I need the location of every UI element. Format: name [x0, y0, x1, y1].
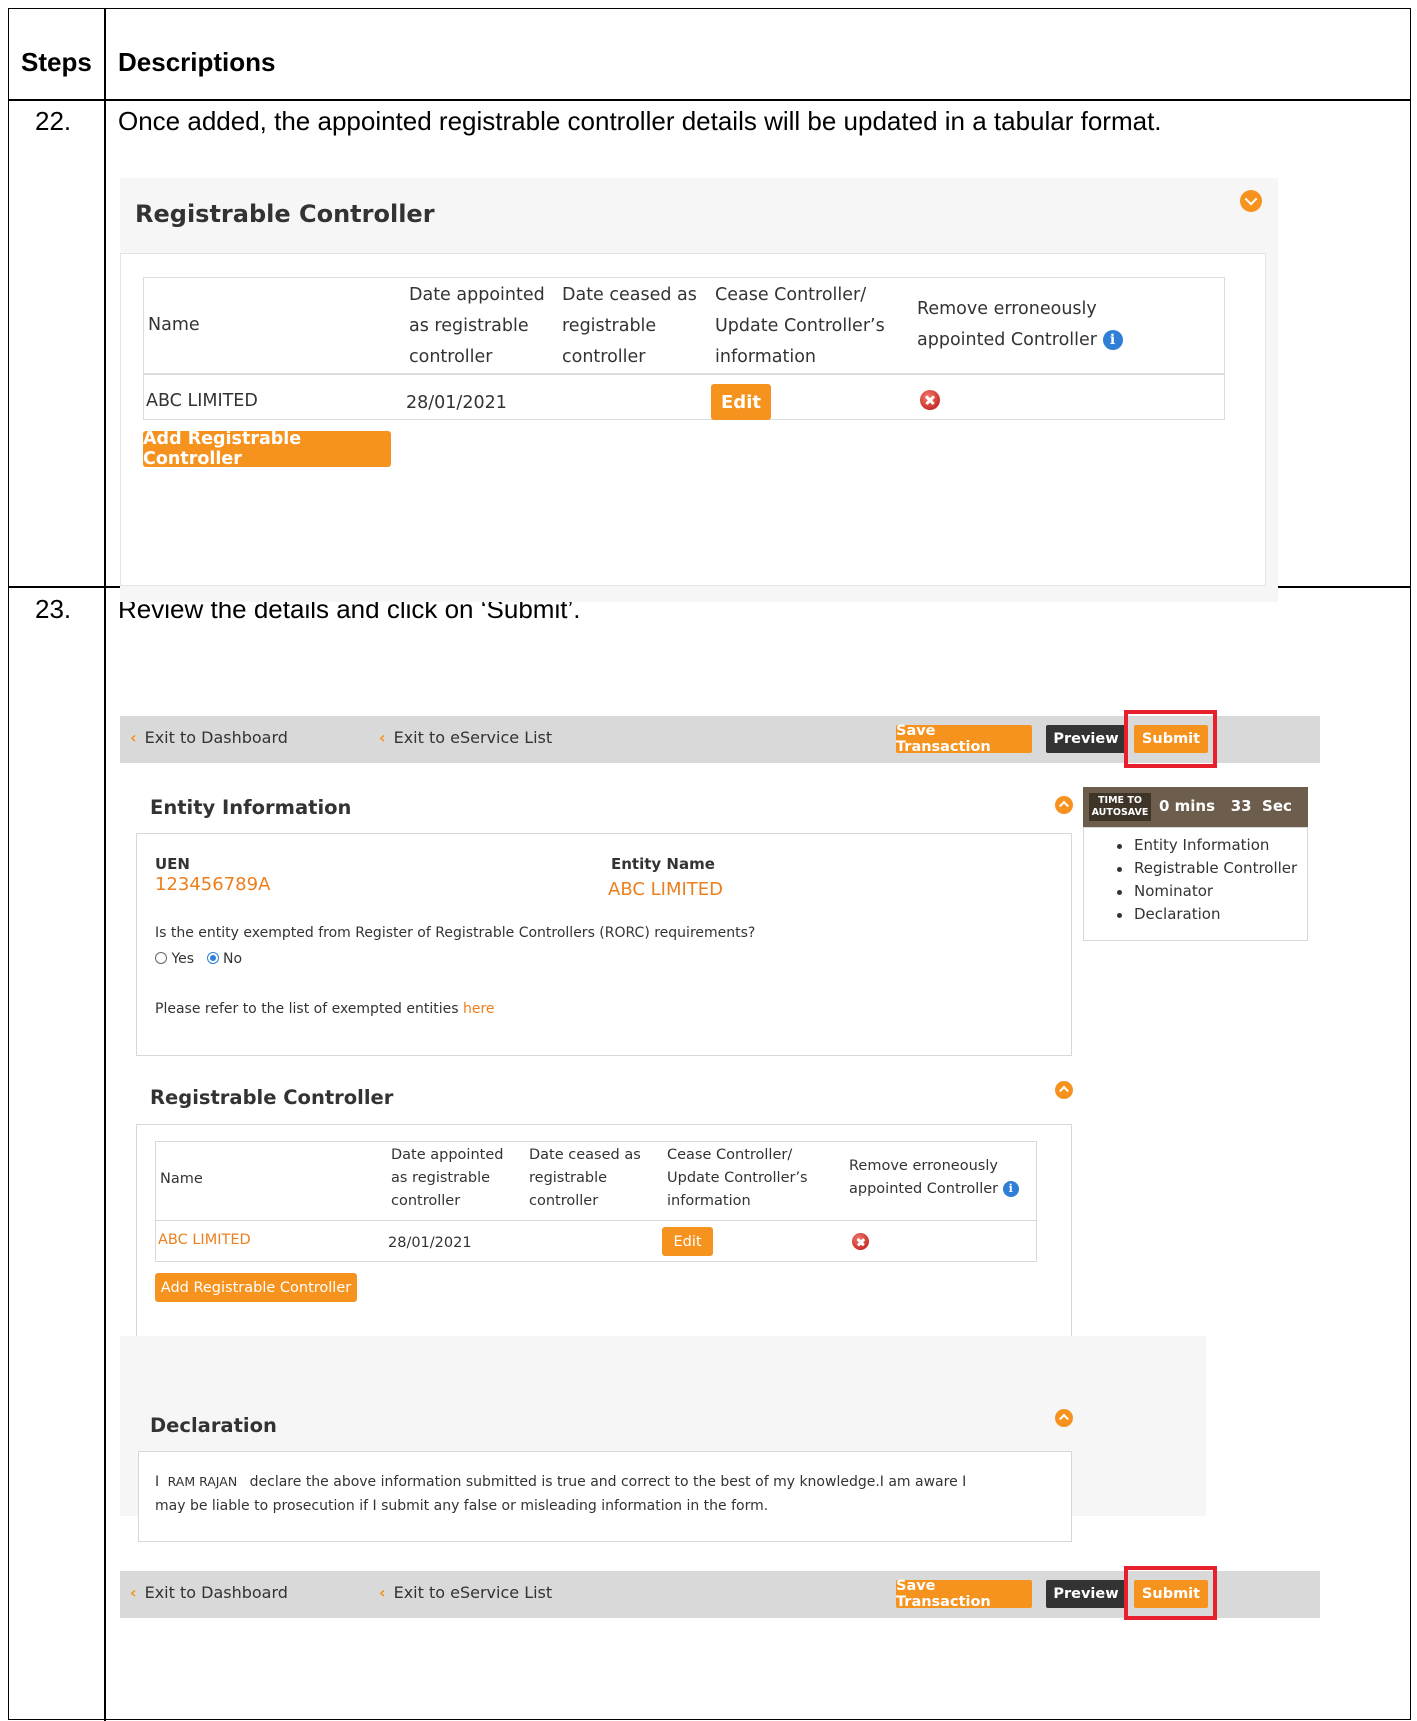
column-divider — [104, 9, 106, 1721]
collapse-chevron-icon[interactable] — [1055, 796, 1073, 814]
row-divider — [9, 99, 1410, 101]
column-header-name: Name — [160, 1171, 203, 1187]
info-icon[interactable]: i — [1002, 1181, 1019, 1197]
info-icon[interactable]: i — [1102, 330, 1123, 350]
declaration-text: I RAM RAJAN declare the above informatio… — [155, 1474, 967, 1514]
controller-name-link[interactable]: ABC LIMITED — [158, 1232, 251, 1248]
controller-panel: Name Date appointed as registrable contr… — [120, 253, 1266, 586]
column-header-cease-update: Cease Controller/ Update Controller’s in… — [715, 285, 885, 367]
save-transaction-button[interactable]: Save Transaction — [896, 723, 1032, 755]
autosave-timer: TIME TO AUTOSAVE 0 mins 33 Sec — [1083, 787, 1308, 827]
save-transaction-button[interactable]: Save Transaction — [896, 1578, 1032, 1610]
exemption-options: Yes No — [155, 951, 242, 967]
header-descriptions: Descriptions — [118, 47, 276, 77]
column-header-date-appointed: Date appointed as registrable controller — [391, 1147, 504, 1209]
table-divider — [144, 373, 1224, 375]
column-header-date-ceased: Date ceased as registrable controller — [529, 1147, 641, 1209]
controller-table: Name Date appointed as registrable contr… — [143, 277, 1225, 420]
column-header-remove: Remove erroneously appointed Controller … — [917, 294, 1123, 356]
date-appointed: 28/01/2021 — [388, 1235, 472, 1251]
collapse-chevron-icon[interactable] — [1240, 190, 1262, 212]
side-panel: TIME TO AUTOSAVE 0 mins 33 Sec Entity Inf… — [1083, 787, 1308, 941]
chevron-left-icon: ‹ — [379, 1583, 386, 1602]
preview-button[interactable]: Preview — [1046, 725, 1126, 753]
exit-dashboard-link[interactable]: ‹ Exit to Dashboard — [130, 1583, 288, 1602]
column-header-name: Name — [148, 315, 200, 335]
exit-eservice-link[interactable]: ‹ Exit to eService List — [379, 1583, 552, 1602]
column-header-date-appointed: Date appointed as registrable controller — [409, 285, 545, 367]
column-header-date-ceased: Date ceased as registrable controller — [562, 285, 697, 367]
add-registrable-controller-button[interactable]: Add Registrable Controller — [155, 1273, 357, 1302]
entity-information-box: UEN 123456789A Entity Name ABC LIMITED I… — [136, 833, 1072, 1056]
submit-highlight-box — [1124, 1566, 1217, 1620]
declarant-name: RAM RAJAN — [167, 1474, 238, 1489]
column-header-remove: Remove erroneously appointed Controller … — [849, 1155, 1019, 1201]
preview-button[interactable]: Preview — [1046, 1580, 1126, 1608]
entity-information-title: Entity Information — [150, 796, 352, 819]
declaration-box: I RAM RAJAN declare the above informatio… — [138, 1451, 1072, 1542]
radio-yes[interactable] — [155, 952, 167, 964]
radio-no[interactable] — [206, 952, 219, 964]
registrable-controller-title: Registrable Controller — [150, 1086, 394, 1109]
nav-item-declaration[interactable]: Declaration — [1116, 905, 1220, 923]
review-submit-screenshot: ‹ Exit to Dashboard ‹ Exit to eService Lis… — [120, 710, 1330, 1720]
edit-button[interactable]: Edit — [662, 1227, 713, 1256]
remove-icon[interactable] — [920, 390, 940, 410]
add-registrable-controller-button[interactable]: Add Registrable Controller — [143, 429, 391, 469]
entity-name-label: Entity Name — [611, 855, 715, 873]
date-appointed: 28/01/2021 — [406, 393, 507, 413]
controller-name-link[interactable]: ABC LIMITED — [146, 391, 258, 411]
collapse-chevron-icon[interactable] — [1055, 1409, 1073, 1427]
nav-item-entity-information[interactable]: Entity Information — [1116, 836, 1269, 854]
section-nav: Entity Information Registrable Controlle… — [1083, 827, 1308, 941]
entity-name-value: ABC LIMITED — [608, 879, 724, 900]
exempted-entities-text: Please refer to the list of exempted ent… — [155, 1001, 495, 1017]
exit-eservice-link[interactable]: ‹ Exit to eService List — [379, 728, 552, 747]
exempted-entities-link[interactable]: here — [463, 1001, 495, 1017]
exemption-question: Is the entity exempted from Register of … — [155, 925, 756, 941]
collapse-chevron-icon[interactable] — [1055, 1081, 1073, 1099]
column-header-cease-update: Cease Controller/Update Controller’s info… — [667, 1147, 808, 1209]
step-number: 22. — [35, 106, 72, 136]
step-description: Once added, the appointed registrable co… — [118, 106, 1162, 136]
edit-button[interactable]: Edit — [711, 384, 771, 420]
section-title: Registrable Controller — [135, 200, 435, 228]
header-steps: Steps — [21, 47, 92, 77]
step-number: 23. — [35, 594, 72, 624]
uen-label: UEN — [155, 855, 190, 873]
chevron-left-icon: ‹ — [379, 728, 386, 747]
exit-dashboard-link[interactable]: ‹ Exit to Dashboard — [130, 728, 288, 747]
nav-item-nominator[interactable]: Nominator — [1116, 882, 1213, 900]
chevron-left-icon: ‹ — [130, 728, 137, 747]
remove-icon[interactable] — [852, 1233, 869, 1250]
table-divider — [156, 1220, 1036, 1221]
controller-table: Name Date appointed as registrable control… — [155, 1141, 1037, 1262]
autosave-time: 0 mins 33 Sec — [1159, 797, 1292, 815]
submit-highlight-box — [1124, 710, 1217, 768]
nav-item-registrable-controller[interactable]: Registrable Controller — [1116, 859, 1297, 877]
chevron-left-icon: ‹ — [130, 1583, 137, 1602]
declaration-title: Declaration — [150, 1414, 277, 1437]
registrable-controller-screenshot: Registrable Controller Name Date appoint… — [120, 178, 1278, 602]
uen-value: 123456789A — [155, 874, 271, 895]
